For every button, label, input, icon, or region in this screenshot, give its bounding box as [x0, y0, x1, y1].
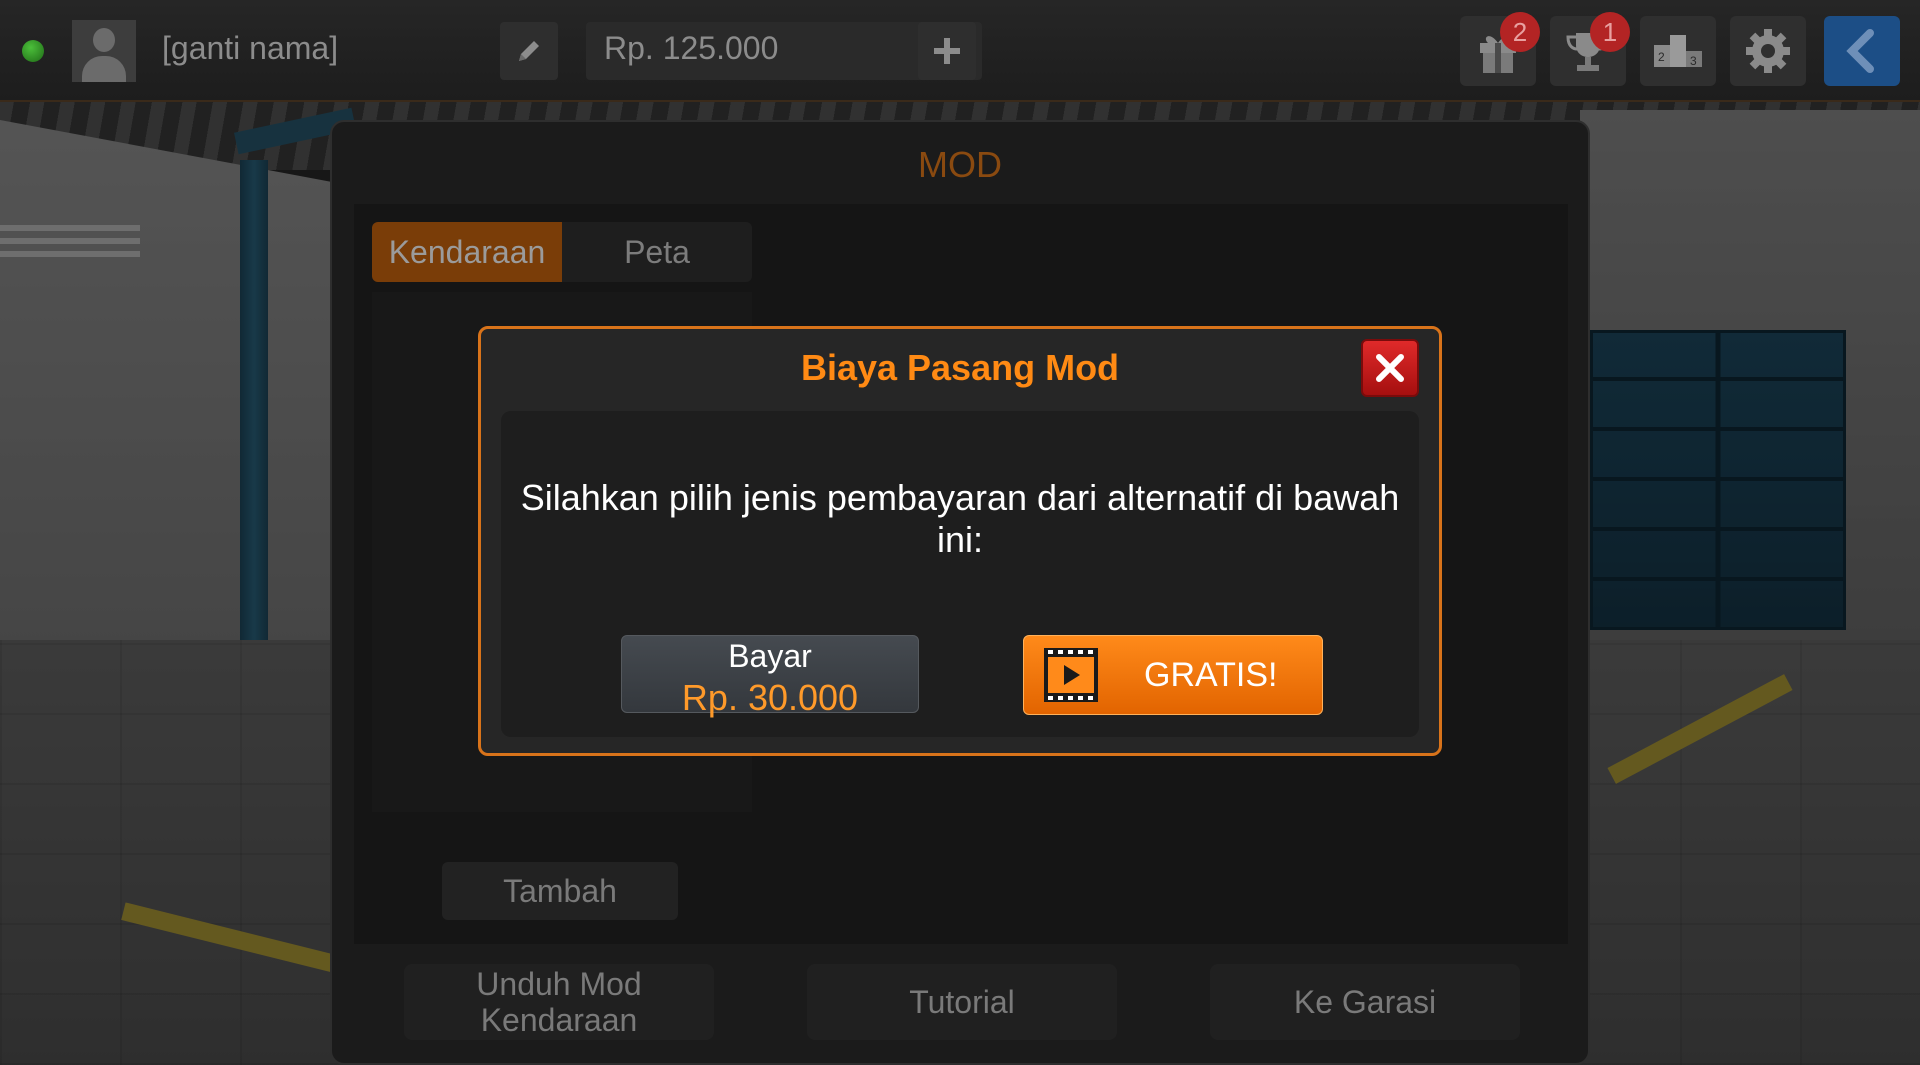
avatar[interactable] — [72, 20, 136, 82]
podium-icon: 2 3 — [1654, 35, 1702, 68]
top-bar: [ganti nama] Rp. 125.000 2 1 2 3 — [0, 0, 1920, 102]
dialog-body: Silahkan pilih jenis pembayaran dari alt… — [501, 411, 1419, 737]
avatar-head — [93, 28, 115, 52]
free-label: GRATIS! — [1144, 656, 1278, 694]
close-icon — [1376, 354, 1404, 382]
money-amount: Rp. 125.000 — [604, 30, 779, 66]
player-name: [ganti nama] — [162, 30, 339, 66]
avatar-body — [82, 56, 126, 82]
svg-text:2: 2 — [1658, 50, 1665, 64]
dialog-title: Biaya Pasang Mod — [800, 347, 1120, 388]
pencil-icon — [519, 41, 539, 61]
online-status-icon — [22, 40, 44, 62]
edit-name-button[interactable] — [500, 22, 558, 80]
settings-button[interactable] — [1730, 16, 1806, 86]
go-to-garage-button[interactable]: Ke Garasi — [1210, 964, 1520, 1040]
back-button[interactable] — [1824, 16, 1900, 86]
tambah-button[interactable]: Tambah — [442, 862, 678, 920]
svg-text:3: 3 — [1690, 54, 1697, 68]
gift-button[interactable]: 2 — [1460, 12, 1540, 86]
install-cost-dialog: Biaya Pasang Mod Silahkan pilih jenis pe… — [478, 326, 1442, 756]
achievement-count-badge: 1 — [1590, 12, 1630, 52]
gift-count-badge: 2 — [1500, 12, 1540, 52]
tab-kendaraan[interactable]: Kendaraan — [372, 222, 562, 282]
pay-price: Rp. 30.000 — [681, 677, 859, 718]
plus-icon — [934, 38, 960, 64]
achievements-button[interactable]: 1 — [1550, 12, 1630, 86]
tutorial-button[interactable]: Tutorial — [807, 964, 1117, 1040]
free-watch-ad-button[interactable]: GRATIS! — [1023, 635, 1323, 715]
pay-button[interactable]: Bayar Rp. 30.000 — [621, 635, 919, 718]
pay-label: Bayar — [728, 638, 812, 674]
leaderboard-button[interactable]: 2 3 — [1640, 16, 1716, 86]
add-money-button[interactable] — [918, 22, 976, 80]
gear-icon — [1746, 29, 1790, 73]
video-ad-icon — [1044, 648, 1098, 702]
download-mod-button[interactable]: Unduh Mod Kendaraan — [404, 964, 714, 1040]
dialog-message: Silahkan pilih jenis pembayaran dari alt… — [520, 477, 1400, 560]
tab-peta[interactable]: Peta — [562, 222, 752, 282]
chevron-left-icon — [1846, 29, 1874, 73]
mod-panel-title: MOD — [918, 144, 1002, 185]
close-button[interactable] — [1361, 339, 1419, 397]
